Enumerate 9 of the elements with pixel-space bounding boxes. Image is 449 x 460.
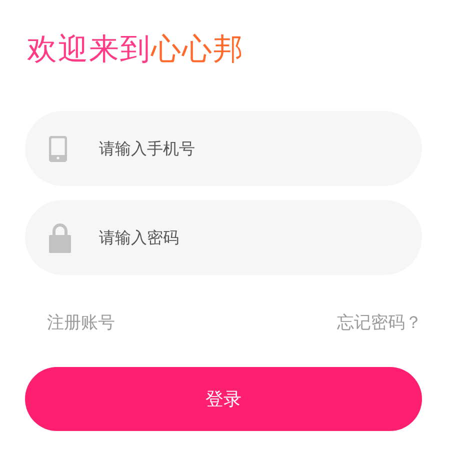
phone-icon [49,136,67,162]
lock-icon [49,222,71,252]
register-link[interactable]: 注册账号 [47,311,115,335]
password-field[interactable]: 请输入密码 [97,227,422,248]
login-button[interactable]: 登录 [25,367,422,431]
forgot-password-link[interactable]: 忘记密码？ [337,311,422,335]
title-text: 心心邦 [151,32,244,67]
phone-number-field[interactable]: 请输入手机号 [97,138,422,159]
title-text: 欢迎来到 [27,32,151,67]
